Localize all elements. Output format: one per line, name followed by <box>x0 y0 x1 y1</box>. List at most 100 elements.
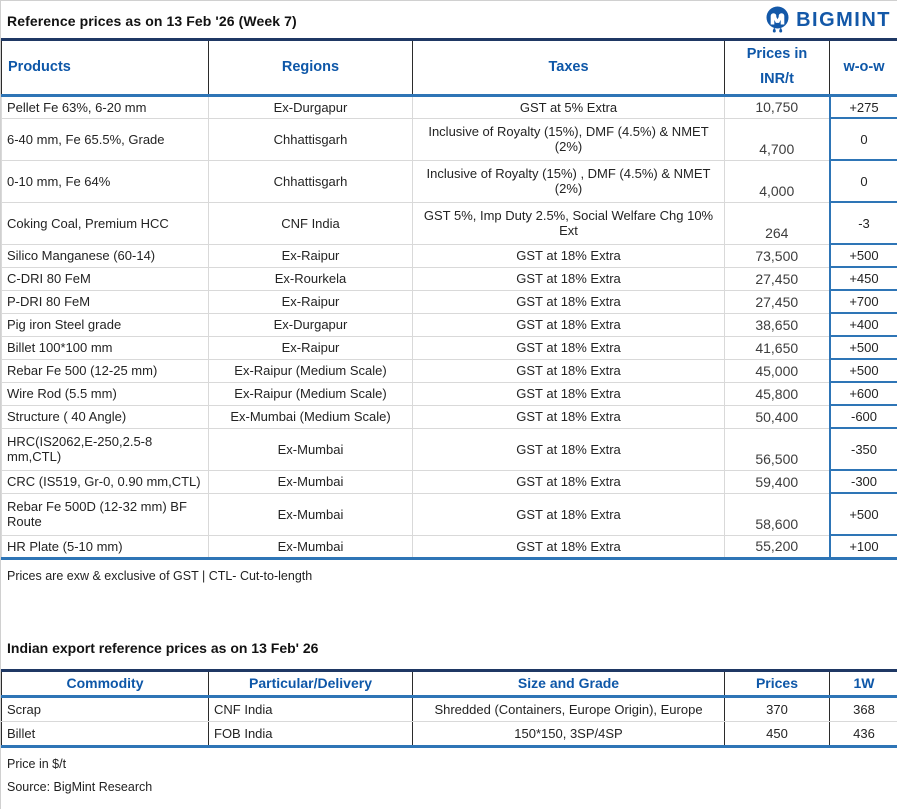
region-cell: Ex-Raipur <box>209 290 413 313</box>
product-cell: Pig iron Steel grade <box>2 313 209 336</box>
price-cell: 41,650 <box>725 336 830 359</box>
wow-cell: +500 <box>830 359 897 382</box>
region-cell: Ex-Durgapur <box>209 313 413 336</box>
commodity-cell: Billet <box>2 721 209 746</box>
price-cell: 45,000 <box>725 359 830 382</box>
wow-cell: +700 <box>830 290 897 313</box>
prices-column-header: Prices <box>725 670 830 696</box>
price-cell: 4,700 <box>725 118 830 160</box>
product-cell: Structure ( 40 Angle) <box>2 405 209 428</box>
taxes-cell: GST at 18% Extra <box>413 493 725 535</box>
taxes-cell: GST at 18% Extra <box>413 336 725 359</box>
region-cell: Ex-Raipur (Medium Scale) <box>209 382 413 405</box>
table-row: 0-10 mm, Fe 64% Chhattisgarh Inclusive o… <box>2 160 897 202</box>
price-cell: 27,450 <box>725 290 830 313</box>
region-cell: Chhattisgarh <box>209 118 413 160</box>
taxes-cell: Inclusive of Royalty (15%), DMF (4.5%) &… <box>413 118 725 160</box>
price-cell: 59,400 <box>725 470 830 493</box>
report-title: Reference prices as on 13 Feb '26 (Week … <box>7 13 297 29</box>
size-grade-cell: 150*150, 3SP/4SP <box>413 721 725 746</box>
product-cell: C-DRI 80 FeM <box>2 267 209 290</box>
price-cell: 50,400 <box>725 405 830 428</box>
wow-cell: +500 <box>830 244 897 267</box>
product-cell: Silico Manganese (60-14) <box>2 244 209 267</box>
table-row: Billet FOB India 150*150, 3SP/4SP 450 43… <box>2 721 897 746</box>
price-cell: 4,000 <box>725 160 830 202</box>
taxes-column-header: Taxes <box>413 40 725 96</box>
region-cell: Ex-Raipur <box>209 244 413 267</box>
product-cell: HR Plate (5-10 mm) <box>2 535 209 558</box>
taxes-cell: GST at 5% Extra <box>413 95 725 118</box>
regions-column-header: Regions <box>209 40 413 96</box>
wow-cell: +400 <box>830 313 897 336</box>
wow-cell: +450 <box>830 267 897 290</box>
reference-price-table: Products Regions Taxes Prices in INR/t w… <box>1 38 897 560</box>
taxes-cell: GST at 18% Extra <box>413 313 725 336</box>
one-week-column-header: 1W <box>830 670 897 696</box>
size-grade-column-header: Size and Grade <box>413 670 725 696</box>
region-cell: CNF India <box>209 202 413 244</box>
taxes-cell: GST at 18% Extra <box>413 290 725 313</box>
wow-cell: +500 <box>830 336 897 359</box>
table-row: Silico Manganese (60-14) Ex-Raipur GST a… <box>2 244 897 267</box>
table-row: Coking Coal, Premium HCC CNF India GST 5… <box>2 202 897 244</box>
price-cell: 73,500 <box>725 244 830 267</box>
table-row: 6-40 mm, Fe 65.5%, Grade Chhattisgarh In… <box>2 118 897 160</box>
price-cell: 450 <box>725 721 830 746</box>
price-cell: 56,500 <box>725 428 830 470</box>
taxes-cell: GST at 18% Extra <box>413 535 725 558</box>
table-row: HRC(IS2062,E-250,2.5-8 mm,CTL) Ex-Mumbai… <box>2 428 897 470</box>
wow-cell: +100 <box>830 535 897 558</box>
bigmint-logo-icon <box>764 6 791 36</box>
table-row: Pig iron Steel grade Ex-Durgapur GST at … <box>2 313 897 336</box>
table-row: Pellet Fe 63%, 6-20 mm Ex-Durgapur GST a… <box>2 95 897 118</box>
price-cell: 38,650 <box>725 313 830 336</box>
wow-cell: 0 <box>830 118 897 160</box>
taxes-cell: GST at 18% Extra <box>413 470 725 493</box>
wow-cell: -350 <box>830 428 897 470</box>
table-row: Wire Rod (5.5 mm) Ex-Raipur (Medium Scal… <box>2 382 897 405</box>
product-cell: Wire Rod (5.5 mm) <box>2 382 209 405</box>
region-cell: Ex-Mumbai <box>209 470 413 493</box>
table-row: P-DRI 80 FeM Ex-Raipur GST at 18% Extra … <box>2 290 897 313</box>
wow-cell: +600 <box>830 382 897 405</box>
exw-footnote: Prices are exw & exclusive of GST | CTL-… <box>7 569 897 583</box>
table-row: C-DRI 80 FeM Ex-Rourkela GST at 18% Extr… <box>2 267 897 290</box>
wow-cell: -600 <box>830 405 897 428</box>
price-cell: 45,800 <box>725 382 830 405</box>
product-cell: Pellet Fe 63%, 6-20 mm <box>2 95 209 118</box>
title-bar: Reference prices as on 13 Feb '26 (Week … <box>1 1 897 38</box>
table-row: Structure ( 40 Angle) Ex-Mumbai (Medium … <box>2 405 897 428</box>
taxes-cell: GST at 18% Extra <box>413 382 725 405</box>
price-cell: 58,600 <box>725 493 830 535</box>
units-note: Price in $/t <box>7 757 897 771</box>
wow-cell: -300 <box>830 470 897 493</box>
commodity-cell: Scrap <box>2 696 209 721</box>
table-row: HR Plate (5-10 mm) Ex-Mumbai GST at 18% … <box>2 535 897 558</box>
particular-delivery-column-header: Particular/Delivery <box>209 670 413 696</box>
wow-cell: 0 <box>830 160 897 202</box>
price-cell: 370 <box>725 696 830 721</box>
taxes-cell: GST at 18% Extra <box>413 359 725 382</box>
wow-cell: +500 <box>830 493 897 535</box>
taxes-cell: Inclusive of Royalty (15%) , DMF (4.5%) … <box>413 160 725 202</box>
product-cell: P-DRI 80 FeM <box>2 290 209 313</box>
bigmint-logo: BIGMINT <box>764 6 893 36</box>
table-row: Billet 100*100 mm Ex-Raipur GST at 18% E… <box>2 336 897 359</box>
price-cell: 55,200 <box>725 535 830 558</box>
commodity-column-header: Commodity <box>2 670 209 696</box>
product-cell: CRC (IS519, Gr-0, 0.90 mm,CTL) <box>2 470 209 493</box>
taxes-cell: GST 5%, Imp Duty 2.5%, Social Welfare Ch… <box>413 202 725 244</box>
table-row: Rebar Fe 500 (12-25 mm) Ex-Raipur (Mediu… <box>2 359 897 382</box>
delivery-cell: FOB India <box>209 721 413 746</box>
table-header-row: Products Regions Taxes Prices in INR/t w… <box>2 40 897 96</box>
wow-column-header: w-o-w <box>830 40 897 96</box>
table-row: Rebar Fe 500D (12-32 mm) BF Route Ex-Mum… <box>2 493 897 535</box>
source-note: Source: BigMint Research <box>7 780 897 794</box>
products-column-header: Products <box>2 40 209 96</box>
product-cell: Rebar Fe 500 (12-25 mm) <box>2 359 209 382</box>
taxes-cell: GST at 18% Extra <box>413 244 725 267</box>
product-cell: Rebar Fe 500D (12-32 mm) BF Route <box>2 493 209 535</box>
wow-cell: +275 <box>830 95 897 118</box>
product-cell: Coking Coal, Premium HCC <box>2 202 209 244</box>
